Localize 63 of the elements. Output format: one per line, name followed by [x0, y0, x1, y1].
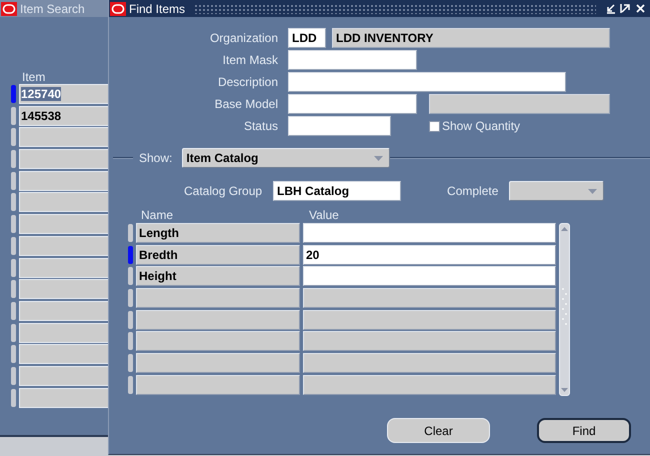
show-label: Show: [139, 151, 172, 165]
field-label: Organization [208, 31, 278, 45]
field-label: Description [216, 75, 278, 89]
row-indicator[interactable] [128, 289, 133, 308]
row-indicator[interactable] [11, 345, 16, 364]
caret-icon [588, 188, 598, 194]
grip-icon [561, 287, 568, 327]
row-indicator[interactable] [11, 150, 16, 168]
minimize-icon[interactable] [605, 3, 616, 14]
row-indicator[interactable] [11, 215, 16, 234]
row-indicator[interactable] [128, 354, 133, 372]
row-indicator[interactable] [128, 246, 133, 264]
logo-icon [1, 2, 17, 16]
text-field[interactable] [288, 116, 391, 136]
row-indicator[interactable] [11, 128, 16, 146]
row-indicator[interactable] [11, 280, 16, 298]
column-header: Item [22, 71, 46, 84]
window-title: Find Items [129, 2, 186, 16]
maximize-icon[interactable] [620, 3, 631, 14]
checkbox[interactable] [429, 120, 440, 132]
checkbox-label[interactable]: Show Quantity [442, 119, 520, 133]
text-field[interactable] [288, 50, 417, 70]
window-title: Item Search [20, 2, 85, 16]
row-indicator[interactable] [128, 310, 133, 329]
value-field[interactable] [303, 223, 556, 243]
value-field[interactable]: 20 [303, 244, 556, 265]
row-indicator[interactable] [11, 172, 16, 190]
row-indicator[interactable] [11, 106, 16, 125]
close-icon[interactable] [635, 3, 646, 14]
name-cell: Height [136, 266, 300, 286]
value-field[interactable] [303, 266, 556, 286]
dialog-button[interactable]: Clear [387, 418, 490, 443]
text-field: LDD INVENTORY [332, 28, 610, 48]
row-indicator[interactable] [128, 376, 133, 394]
field-label: Base Model [214, 97, 278, 111]
scrollbar[interactable] [559, 223, 570, 396]
column-header: Name [141, 209, 174, 221]
field-label: Status [242, 119, 278, 133]
row-indicator[interactable] [11, 324, 16, 342]
field-label: Catalog Group [184, 184, 262, 198]
row-indicator[interactable] [11, 193, 16, 212]
text-field[interactable] [288, 72, 566, 92]
row-indicator[interactable] [11, 388, 16, 407]
row-indicator[interactable] [128, 332, 133, 350]
text-field[interactable]: LDD [288, 28, 326, 48]
text-field[interactable]: LBH Catalog [273, 181, 402, 201]
field-label: Item Mask [222, 53, 278, 67]
row-indicator[interactable] [128, 224, 133, 242]
row-indicator[interactable] [11, 302, 16, 320]
text-field[interactable] [288, 94, 417, 114]
row-indicator[interactable] [128, 267, 133, 286]
show-dropdown[interactable]: Item Catalog [182, 148, 390, 168]
row-indicator[interactable] [11, 258, 16, 276]
row-indicator[interactable] [11, 366, 16, 385]
caret-icon [374, 156, 384, 160]
dialog-button[interactable]: Find [537, 418, 631, 443]
field-label: Complete [447, 184, 498, 198]
name-cell: Length [136, 223, 300, 243]
name-cell: Bredth [136, 244, 300, 265]
logo-icon [110, 2, 126, 16]
row-indicator[interactable] [11, 85, 16, 103]
column-header: Value [309, 209, 339, 221]
row-indicator[interactable] [11, 236, 16, 255]
